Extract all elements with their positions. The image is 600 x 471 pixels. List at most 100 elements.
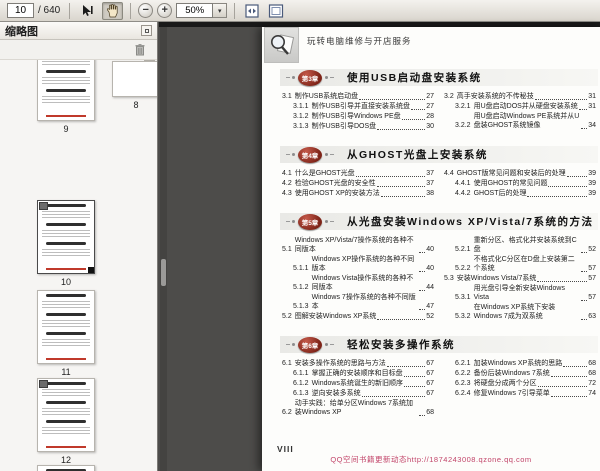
toc-entry: 6.1.2 Windows系统诞生的新旧顺序 67 xyxy=(293,380,434,387)
sidebar-scrollbar[interactable]: ▲ xyxy=(144,60,155,471)
dot-leader xyxy=(534,99,588,100)
toolbar-separator xyxy=(130,2,132,19)
heading-ornament xyxy=(325,76,334,79)
thumbnail-image[interactable] xyxy=(37,60,95,121)
toc-page-number: 67 xyxy=(426,380,434,387)
thumbnail-page-9[interactable]: 9 xyxy=(37,60,95,134)
magnifier-book-icon xyxy=(270,34,294,55)
thumbnail-page-next[interactable] xyxy=(37,465,95,471)
thumbnail-page-number: 8 xyxy=(133,100,139,110)
toc-entry: 6.2.4 修复Windows 7引导菜单 74 xyxy=(455,390,596,397)
toc-page-number: 28 xyxy=(426,113,434,120)
thumbnail-image[interactable] xyxy=(37,378,95,452)
toc-entry: 3.2 高手安装系统的不传秘技 31 xyxy=(444,93,596,100)
toc-page-number: 31 xyxy=(588,103,596,110)
annotation-marker xyxy=(39,380,48,388)
thumbnail-image[interactable] xyxy=(37,200,95,274)
zoom-level-value[interactable]: 50% xyxy=(176,3,214,18)
thumbnail-page-number: 9 xyxy=(63,124,69,134)
toc-entry: 6.1.3 逆向安装多系统 67 xyxy=(293,390,434,397)
dot-leader xyxy=(419,271,426,272)
fit-width-button[interactable] xyxy=(242,2,262,20)
toc-entry: 6.2 动手实践：给单分区Windows 7系统加装Windows XP 68 xyxy=(282,400,434,416)
toc-column: 5.2.1 重新分区、格式化并安装系统到C盘 52 5.2.2 不格式化C分区在D盘上安… xyxy=(444,236,596,322)
zoom-out-button[interactable]: − xyxy=(138,3,154,18)
select-cursor-icon xyxy=(83,4,93,16)
fit-width-icon xyxy=(245,3,259,18)
toc-page-number: 37 xyxy=(426,170,434,177)
toc-entry: 5.1.3 Windows 7操作系统的各种不同版本 47 xyxy=(293,294,434,310)
toolbar: / 640 − + 50% ▾ xyxy=(0,0,600,22)
thumbnail-image[interactable] xyxy=(37,290,95,364)
heading-ornament xyxy=(325,153,334,156)
dot-leader xyxy=(537,386,588,387)
toc-page-number: 47 xyxy=(426,303,434,310)
dot-leader xyxy=(361,396,426,397)
toc-entry: 5.2.1 重新分区、格式化并安装系统到C盘 52 xyxy=(455,237,596,253)
chapter-columns: 5.1 Windows XP/Vista/7操作系统的各种不同版本 40 5.1.1 W… xyxy=(282,236,596,322)
thumbnail-list: ▲ 8 9 10 11 12 xyxy=(0,60,157,471)
document-scrollbar-thumb[interactable] xyxy=(161,259,166,286)
heading-ornament xyxy=(286,343,295,346)
panel-close-button[interactable] xyxy=(141,25,152,36)
toc-page-number: 63 xyxy=(588,313,596,320)
toc-chapter: 第6章 轻松安装多操作系统 6.1 安装多操作系统的思路与方法 67 6.1.1 掌握正确的… xyxy=(262,336,600,418)
toc-page-number: 40 xyxy=(426,265,434,272)
dot-leader xyxy=(581,271,588,272)
thumbnails-panel: 缩略图 ▲ 8 9 10 11 12 xyxy=(0,22,158,471)
page-header: 玩转电脑维修与开店服务 xyxy=(262,27,600,63)
page-number-input[interactable] xyxy=(7,3,34,18)
toc-page-number: 37 xyxy=(426,180,434,187)
dot-leader xyxy=(581,128,588,129)
hand-tool-button[interactable] xyxy=(102,1,124,20)
dot-leader xyxy=(550,396,588,397)
document-scrollbar[interactable] xyxy=(160,27,167,471)
toc-column: 6.2.1 加装Windows XP系统的思路 68 6.2.2 备份后装Windows… xyxy=(444,359,596,418)
heading-ornament xyxy=(325,220,334,223)
toc-page-number: 31 xyxy=(588,93,596,100)
heading-ornament xyxy=(286,76,295,79)
pdf-reader-window: / 640 − + 50% ▾ xyxy=(0,0,600,471)
toc-entry: 6.2.1 加装Windows XP系统的思路 68 xyxy=(455,360,596,367)
chapter-columns: 4.1 什么是GHOST光盘 37 4.2 检验GHOST光盘的安全性 37 4.3 使用GH… xyxy=(282,169,596,199)
zoom-in-button[interactable]: + xyxy=(157,3,173,18)
trash-icon[interactable] xyxy=(134,43,146,56)
dot-leader xyxy=(581,300,588,301)
toc-page-number: 34 xyxy=(588,122,596,129)
zoom-dropdown-button[interactable]: ▾ xyxy=(213,3,228,18)
zoom-level-combo: 50% ▾ xyxy=(176,3,228,18)
thumbnail-page-8[interactable]: 8 xyxy=(112,61,157,110)
dot-leader xyxy=(377,319,426,320)
thumbnail-page-11[interactable]: 11 xyxy=(37,290,95,377)
select-tool-button[interactable] xyxy=(77,2,98,20)
thumbnails-panel-title: 缩略图 xyxy=(5,25,38,38)
toc-page-number: 68 xyxy=(588,370,596,377)
thumbnail-page-12[interactable]: 12 xyxy=(37,378,95,465)
toc-chapters: 第3章 使用USB启动盘安装系统 3.1 制作USB系统启动盘 27 3.1.1 制作USB… xyxy=(262,69,600,418)
dot-leader xyxy=(419,309,426,310)
dot-leader xyxy=(550,376,588,377)
toc-entry: 3.2.1 用U盘启动DOS并从硬盘安装系统 31 xyxy=(455,103,596,110)
toc-entry: 5.3.1 用光盘引导全新安装Windows Vista 57 xyxy=(455,285,596,301)
toc-page-number: 39 xyxy=(588,180,596,187)
toc-page-number: 27 xyxy=(426,103,434,110)
dot-leader xyxy=(578,109,588,110)
dot-leader xyxy=(548,186,588,187)
dot-leader xyxy=(419,415,426,416)
thumbnail-image[interactable] xyxy=(37,465,95,471)
thumbnail-page-10[interactable]: 10 xyxy=(37,200,95,287)
footer-note: QQ空间书籍更新动态http://1874243008.qzone.qq.com xyxy=(330,455,532,464)
toc-page-number: 68 xyxy=(588,360,596,367)
toc-page-number: 39 xyxy=(588,170,596,177)
thumbnail-page-number: 12 xyxy=(60,455,71,465)
chapter-title: 从GHOST光盘上安装系统 xyxy=(347,149,488,161)
toc-entry: 4.4 GHOST版常见问题和安装后的处理 39 xyxy=(444,170,596,177)
fit-page-button[interactable] xyxy=(266,2,286,20)
hand-icon xyxy=(107,3,118,17)
thumbnail-image[interactable] xyxy=(112,61,157,97)
toc-page-number: 27 xyxy=(426,93,434,100)
dot-leader xyxy=(355,176,426,177)
dot-leader xyxy=(403,386,426,387)
dot-leader xyxy=(410,109,426,110)
toc-page-number: 52 xyxy=(588,246,596,253)
